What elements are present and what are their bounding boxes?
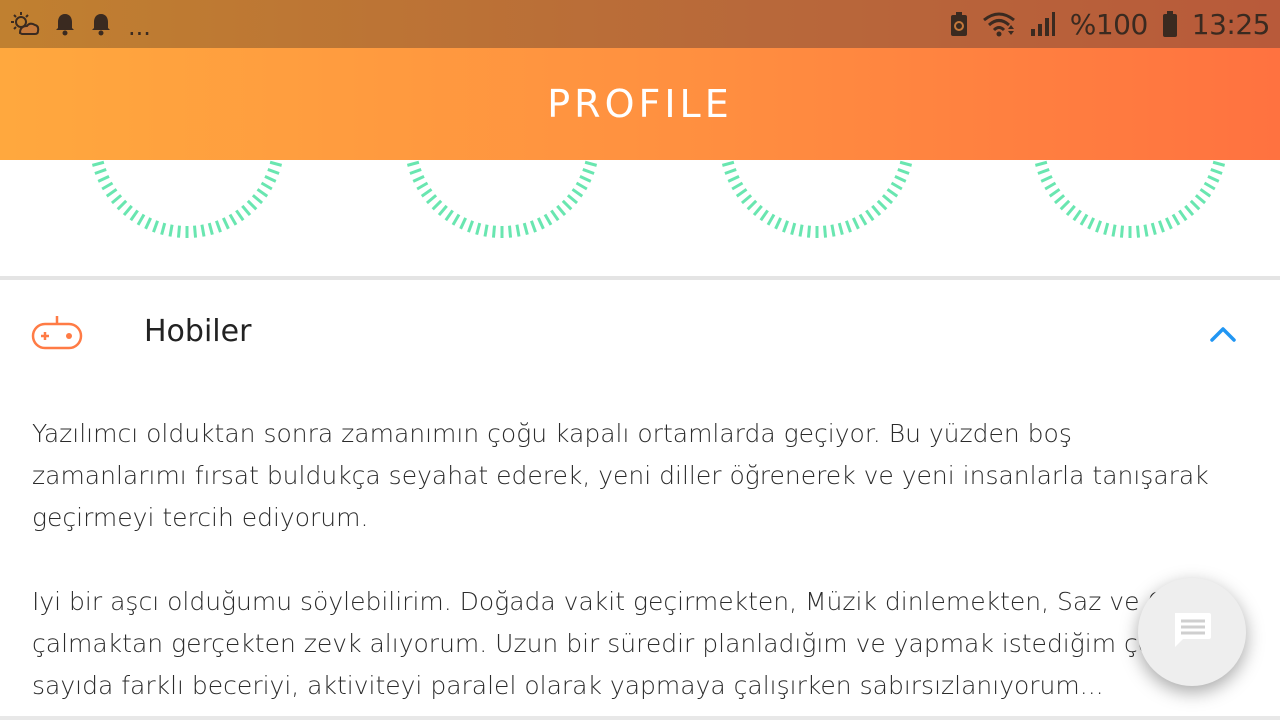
chat-button[interactable] [1138,578,1246,686]
skill-gauge [1034,160,1226,238]
hobbies-paragraph: Iyi bir aşcı olduğumu söylebilirim. Doğa… [32,587,1210,700]
hobbies-section-header[interactable]: Hobiler [0,290,1280,378]
section-divider [0,276,1280,280]
section-title: Hobiler [144,314,252,349]
skill-gauge [406,160,598,238]
section-bottom-divider [0,716,1280,720]
page-title: PROFILE [547,82,733,126]
status-bar-left: ... [10,7,151,41]
skill-gauge [721,160,913,238]
status-bar-right: %100 13:25 [950,7,1271,41]
overflow-indicator: ... [128,13,151,41]
app-bar: PROFILE [0,48,1280,160]
weather-icon [10,11,40,37]
wifi-icon [982,11,1016,37]
skill-gauges [0,160,1280,276]
cell-signal-icon [1030,11,1056,37]
skill-gauge [91,160,283,238]
hobbies-paragraph: Yazılımcı olduktan sonra zamanımın çoğu … [32,419,1209,532]
chat-icon [1171,609,1213,655]
clock: 13:25 [1191,7,1271,41]
battery-percentage: %100 [1069,7,1149,41]
status-bar: ... %100 13:25 [0,0,1280,48]
gamepad-icon [31,312,83,356]
battery-saver-icon [950,11,968,37]
battery-icon [1162,10,1178,38]
chevron-up-icon[interactable] [1208,324,1238,348]
notification-bell-icon [54,12,76,36]
notification-bell-icon [90,12,112,36]
